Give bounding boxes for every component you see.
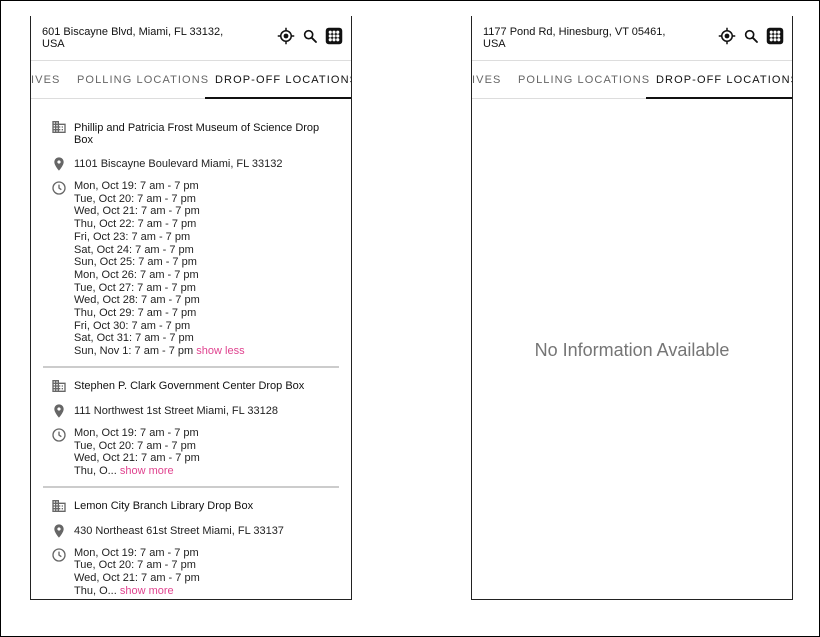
location-pin-icon [51, 523, 67, 539]
place-name: Lemon City Branch Library Drop Box [74, 499, 254, 512]
place-name: Phillip and Patricia Frost Museum of Sci… [74, 122, 320, 146]
hours-line: Fri, Oct 23: 7 am - 7 pm [74, 230, 191, 243]
clock-icon [51, 180, 67, 196]
hours-line: Tue, Oct 20: 7 am - 7 pm [74, 559, 196, 572]
empty-state-message: No Information Available [534, 340, 730, 360]
tab-drop-off-locations[interactable]: DROP-OFF LOCATIONS [646, 61, 792, 99]
hours-line: Thu, O... [74, 584, 117, 597]
hours-line: Tue, Oct 20: 7 am - 7 pm [74, 192, 196, 205]
building-icon [51, 498, 67, 514]
tab-representatives[interactable]: IVES [472, 61, 501, 98]
place-address[interactable]: 1101 Biscayne Boulevard Miami, FL 33132 [74, 156, 283, 170]
location-pin-icon [51, 156, 67, 172]
address-text[interactable]: 601 Biscayne Blvd, Miami, FL 33132, USA [42, 26, 242, 50]
place-address[interactable]: 111 Northwest 1st Street Miami, FL 33128 [74, 403, 278, 417]
left-panel: 601 Biscayne Blvd, Miami, FL 33132, USA … [30, 16, 352, 600]
hours-line: Sat, Oct 24: 7 am - 7 pm [74, 243, 194, 256]
hours-line: Wed, Oct 28: 7 am - 7 pm [74, 294, 200, 307]
clock-icon [51, 427, 67, 443]
location-pin-icon [51, 403, 67, 419]
list-item[interactable]: Stephen P. Clark Government Center Drop … [43, 368, 339, 488]
hours-line: Mon, Oct 19: 7 am - 7 pm [74, 180, 199, 192]
hours-line: Thu, Oct 22: 7 am - 7 pm [74, 218, 197, 231]
place-hours: Mon, Oct 19: 7 am - 7 pm Tue, Oct 20: 7 … [74, 547, 200, 598]
tab-representatives[interactable]: IVES [31, 61, 60, 98]
search-icon[interactable] [301, 27, 319, 45]
hours-line: Tue, Oct 20: 7 am - 7 pm [74, 439, 196, 452]
hours-line: Fri, Oct 30: 7 am - 7 pm [74, 319, 191, 332]
tab-polling-locations[interactable]: POLLING LOCATIONS [518, 61, 650, 98]
hours-line: Wed, Oct 21: 7 am - 7 pm [74, 572, 200, 585]
hours-line: Wed, Oct 21: 7 am - 7 pm [74, 205, 200, 218]
place-name: Stephen P. Clark Government Center Drop … [74, 379, 305, 392]
hours-line: Sun, Nov 1: 7 am - 7 pm [74, 345, 194, 358]
address-header: 601 Biscayne Blvd, Miami, FL 33132, USA [31, 16, 351, 61]
list-item[interactable]: Lemon City Branch Library Drop Box 430 N… [43, 488, 339, 599]
drop-off-list: Phillip and Patricia Frost Museum of Sci… [31, 99, 351, 599]
place-address[interactable]: 430 Northeast 61st Street Miami, FL 3313… [74, 523, 284, 537]
hours-line: Sun, Oct 25: 7 am - 7 pm [74, 256, 197, 269]
tab-bar: IVES POLLING LOCATIONS DROP-OFF LOCATION… [31, 61, 351, 99]
hours-line: Thu, Oct 29: 7 am - 7 pm [74, 307, 197, 320]
place-hours: Mon, Oct 19: 7 am - 7 pm Tue, Oct 20: 7 … [74, 180, 245, 358]
hours-line: Tue, Oct 27: 7 am - 7 pm [74, 281, 196, 294]
search-icon[interactable] [742, 27, 760, 45]
hours-line: Mon, Oct 19: 7 am - 7 pm [74, 426, 199, 439]
building-icon [51, 119, 67, 135]
apps-grid-icon[interactable] [325, 27, 343, 45]
hours-line: Wed, Oct 21: 7 am - 7 pm [74, 452, 200, 465]
apps-grid-icon[interactable] [766, 27, 784, 45]
tab-polling-locations[interactable]: POLLING LOCATIONS [77, 61, 209, 98]
show-less-link[interactable]: show less [196, 345, 244, 357]
tab-bar: IVES POLLING LOCATIONS DROP-OFF LOCATION… [472, 61, 792, 99]
locate-icon[interactable] [277, 27, 295, 45]
place-hours: Mon, Oct 19: 7 am - 7 pm Tue, Oct 20: 7 … [74, 427, 200, 478]
hours-line: Mon, Oct 19: 7 am - 7 pm [74, 546, 199, 559]
show-more-link[interactable]: show more [120, 585, 174, 597]
tab-drop-off-locations[interactable]: DROP-OFF LOCATIONS [205, 61, 351, 99]
show-more-link[interactable]: show more [120, 465, 174, 477]
building-icon [51, 378, 67, 394]
address-text[interactable]: 1177 Pond Rd, Hinesburg, VT 05461, USA [483, 26, 683, 50]
hours-line: Mon, Oct 26: 7 am - 7 pm [74, 268, 199, 281]
clock-icon [51, 547, 67, 563]
locate-icon[interactable] [718, 27, 736, 45]
right-panel: 1177 Pond Rd, Hinesburg, VT 05461, USA I… [471, 16, 793, 600]
hours-line: Thu, O... [74, 464, 117, 477]
list-item[interactable]: Phillip and Patricia Frost Museum of Sci… [43, 99, 339, 368]
hours-line: Sat, Oct 31: 7 am - 7 pm [74, 332, 194, 345]
address-header: 1177 Pond Rd, Hinesburg, VT 05461, USA [472, 16, 792, 61]
